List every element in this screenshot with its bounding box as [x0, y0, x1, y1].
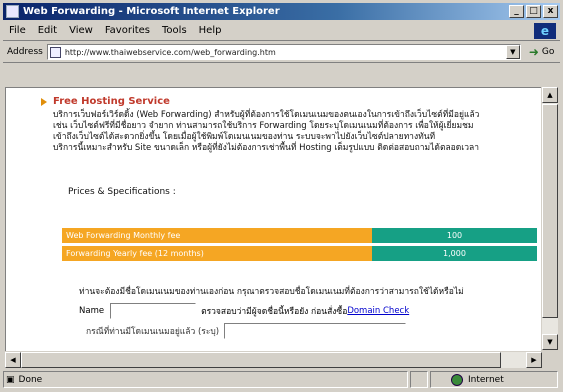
existing-domain-label: กรณีที่ท่านมีโดเมนเนมอยู่แล้ว (ระบุ) — [86, 327, 220, 337]
domain-label: Name — [79, 306, 105, 316]
domain-row: Name ตรวจสอบว่ามีผู้จดชื่อนี้หรือยัง ก่อ… — [79, 303, 409, 319]
price-row: Forwarding Yearly fee (12 months) 1,000 — [62, 246, 537, 261]
price-table: Web Forwarding Monthly fee 100 Forwardin… — [62, 228, 537, 264]
domain-intro: ท่านจะต้องมีชื่อโดเมนเนมของท่านเองก่อน ก… — [79, 287, 464, 297]
scroll-up-icon[interactable]: ▲ — [542, 87, 558, 103]
menu-help[interactable]: Help — [193, 25, 228, 36]
price-label: Forwarding Yearly fee (12 months) — [62, 246, 372, 261]
browser-window: Web Forwarding - Microsoft Internet Expl… — [0, 0, 563, 392]
go-button[interactable]: Go — [542, 47, 554, 57]
menu-tools[interactable]: Tools — [156, 25, 193, 36]
domain-name-input[interactable] — [110, 303, 197, 319]
zone-text: Internet — [468, 374, 504, 385]
horizontal-scrollbar[interactable]: ◀ ▶ — [5, 352, 542, 368]
menu-file[interactable]: File — [3, 25, 32, 36]
scroll-right-icon[interactable]: ▶ — [526, 352, 542, 368]
existing-domain-row: กรณีที่ท่านมีโดเมนเนมอยู่แล้ว (ระบุ) — [86, 323, 407, 339]
address-field[interactable]: http://www.thaiwebservice.com/web_forwar… — [46, 44, 521, 60]
existing-domain-input[interactable] — [224, 323, 407, 339]
menu-edit[interactable]: Edit — [32, 25, 63, 36]
menu-favorites[interactable]: Favorites — [99, 25, 156, 36]
zone-cell: Internet — [430, 371, 558, 388]
price-value: 100 — [372, 228, 537, 243]
service-description: บริการเว็บฟอร์เวิร์ดดิ้ง (Web Forwarding… — [53, 110, 480, 153]
close-button[interactable]: x — [543, 5, 558, 18]
section-title: Free Hosting Service — [53, 96, 170, 107]
window-title: Web Forwarding - Microsoft Internet Expl… — [23, 6, 280, 17]
price-value: 1,000 — [372, 246, 537, 261]
maximize-button[interactable]: □ — [526, 5, 541, 18]
ie-app-icon — [6, 5, 19, 18]
page-status-icon: ▣ — [6, 374, 15, 385]
scroll-down-icon[interactable]: ▼ — [542, 334, 558, 350]
scroll-left-icon[interactable]: ◀ — [5, 352, 21, 368]
title-bar: Web Forwarding - Microsoft Internet Expl… — [3, 3, 560, 20]
status-text-cell: ▣ Done — [3, 371, 408, 388]
price-row: Web Forwarding Monthly fee 100 — [62, 228, 537, 243]
scrollbar-corner — [542, 352, 558, 368]
address-dropdown-icon[interactable]: ▼ — [505, 45, 520, 59]
page-icon — [49, 46, 61, 58]
status-blank-cell — [410, 371, 428, 388]
vertical-scrollbar[interactable]: ▲ ▼ — [542, 87, 558, 350]
domain-check-text: ตรวจสอบว่ามีผู้จดชื่อนี้หรือยัง ก่อนสั่ง… — [201, 307, 348, 317]
address-label: Address — [7, 47, 43, 57]
horizontal-scroll-thumb[interactable] — [21, 352, 501, 368]
bullet-arrow-icon — [41, 98, 47, 106]
vertical-scroll-thumb[interactable] — [542, 104, 558, 318]
minimize-button[interactable]: _ — [509, 5, 524, 18]
internet-zone-icon — [451, 373, 463, 386]
ie-logo-icon: e — [534, 22, 556, 39]
status-text: Done — [18, 374, 43, 385]
page-viewport: Free Hosting Service บริการเว็บฟอร์เวิร์… — [5, 87, 541, 351]
status-bar: ▣ Done Internet — [3, 371, 560, 389]
prices-heading: Prices & Specifications : — [68, 187, 176, 197]
price-label: Web Forwarding Monthly fee — [62, 228, 372, 243]
go-arrow-icon[interactable]: ➜ — [529, 45, 539, 59]
menu-bar: File Edit View Favorites Tools Help e — [3, 21, 560, 41]
domain-check-link[interactable]: Domain Check — [347, 306, 409, 316]
address-url[interactable]: http://www.thaiwebservice.com/web_forwar… — [65, 48, 276, 57]
address-bar: Address http://www.thaiwebservice.com/we… — [3, 42, 560, 63]
menu-view[interactable]: View — [63, 25, 99, 36]
